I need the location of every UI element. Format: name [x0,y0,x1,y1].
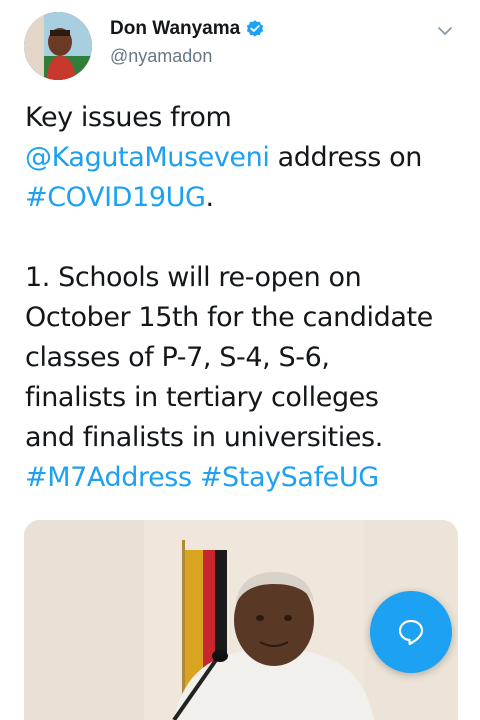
chevron-down-icon[interactable] [436,22,454,40]
tweet-line: and finalists in universities. [25,422,383,453]
tweet-line: #COVID19UG. [25,178,465,218]
tweet-text-segment: . [205,182,215,213]
verified-badge-icon [247,20,264,37]
hashtag-link[interactable]: #StaySafeUG [200,462,379,493]
author-display-name[interactable]: Don Wanyama [110,18,240,40]
hashtag-link[interactable]: #M7Address [25,462,192,493]
author-name-row[interactable]: Don Wanyama [110,18,265,40]
tweet-line: Key issues from [25,98,465,138]
avatar[interactable] [24,12,92,80]
tweet-text: Key issues from @KagutaMuseveni address … [25,98,465,498]
message-bubble-icon [398,619,424,646]
mention-link[interactable]: @KagutaMuseveni [25,142,270,173]
author-handle[interactable]: @nyamadon [110,46,212,67]
tweet-line: classes of P-7, S-4, S-6, [25,342,330,373]
tweet-line: @KagutaMuseveni address on [25,138,465,178]
tweet-line: finalists in tertiary colleges [25,382,379,413]
tweet-text-segment: Key issues from [25,102,232,133]
tweet-text-segment: address on [269,142,423,173]
tweet-line: October 15th for the candidate [25,302,433,333]
tweet-line: #M7Address #StaySafeUG [25,458,465,498]
hashtag-link[interactable]: #COVID19UG [25,182,206,213]
tweet-line: 1. Schools will re-open on [25,262,362,293]
compose-reply-button[interactable] [370,591,452,673]
